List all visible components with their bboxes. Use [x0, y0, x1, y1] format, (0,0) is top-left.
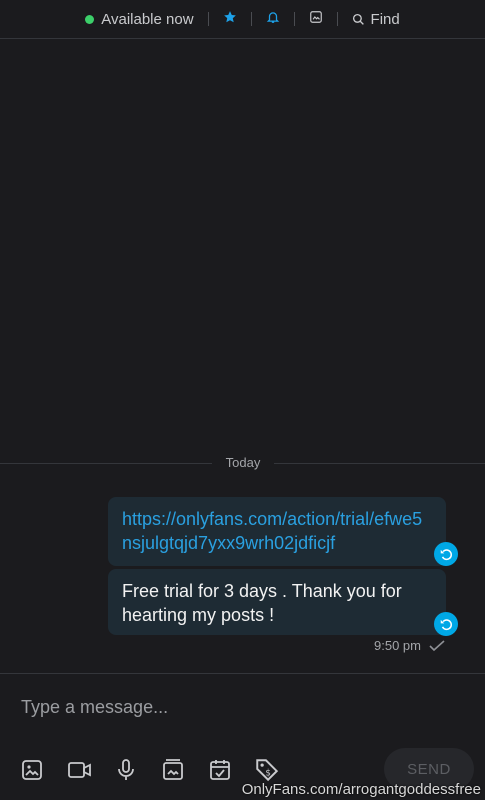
message-bubble-text: Free trial for 3 days . Thank you for he… [108, 569, 446, 635]
find-label: Find [370, 10, 400, 28]
message-bubble-link: https://onlyfans.com/action/trial/efwe5n… [108, 497, 446, 566]
online-dot-icon [85, 14, 95, 24]
chat-header: Available now Find [0, 0, 485, 39]
composer [0, 674, 485, 740]
date-divider: Today [212, 455, 274, 471]
image-icon[interactable] [18, 756, 46, 784]
bell-icon[interactable] [266, 10, 280, 28]
message-meta: 9:50 pm [374, 638, 445, 653]
watermark: OnlyFans.com/arrogantgoddessfree [241, 781, 481, 798]
microphone-icon[interactable] [112, 756, 140, 784]
undo-icon[interactable] [434, 542, 458, 566]
search-icon [352, 13, 364, 25]
message-link[interactable]: https://onlyfans.com/action/trial/efwe5n… [122, 509, 422, 553]
star-icon[interactable] [223, 10, 237, 28]
price-tag-icon[interactable]: $ [253, 756, 281, 784]
status-text: Available now [101, 10, 194, 28]
separator [250, 12, 252, 26]
availability-status[interactable]: Available now [85, 10, 194, 28]
gallery-icon[interactable] [309, 10, 323, 28]
undo-icon[interactable] [434, 612, 458, 636]
video-icon[interactable] [66, 756, 94, 784]
message-text: Free trial for 3 days . Thank you for he… [122, 581, 402, 625]
find-button[interactable]: Find [352, 11, 400, 28]
separator [293, 12, 295, 26]
vault-icon[interactable] [159, 756, 187, 784]
schedule-icon[interactable] [206, 756, 234, 784]
svg-text:$: $ [265, 768, 271, 778]
separator [336, 12, 338, 26]
message-input[interactable] [19, 695, 466, 719]
separator [207, 12, 209, 26]
message-time: 9:50 pm [374, 638, 421, 653]
check-icon [429, 639, 445, 651]
